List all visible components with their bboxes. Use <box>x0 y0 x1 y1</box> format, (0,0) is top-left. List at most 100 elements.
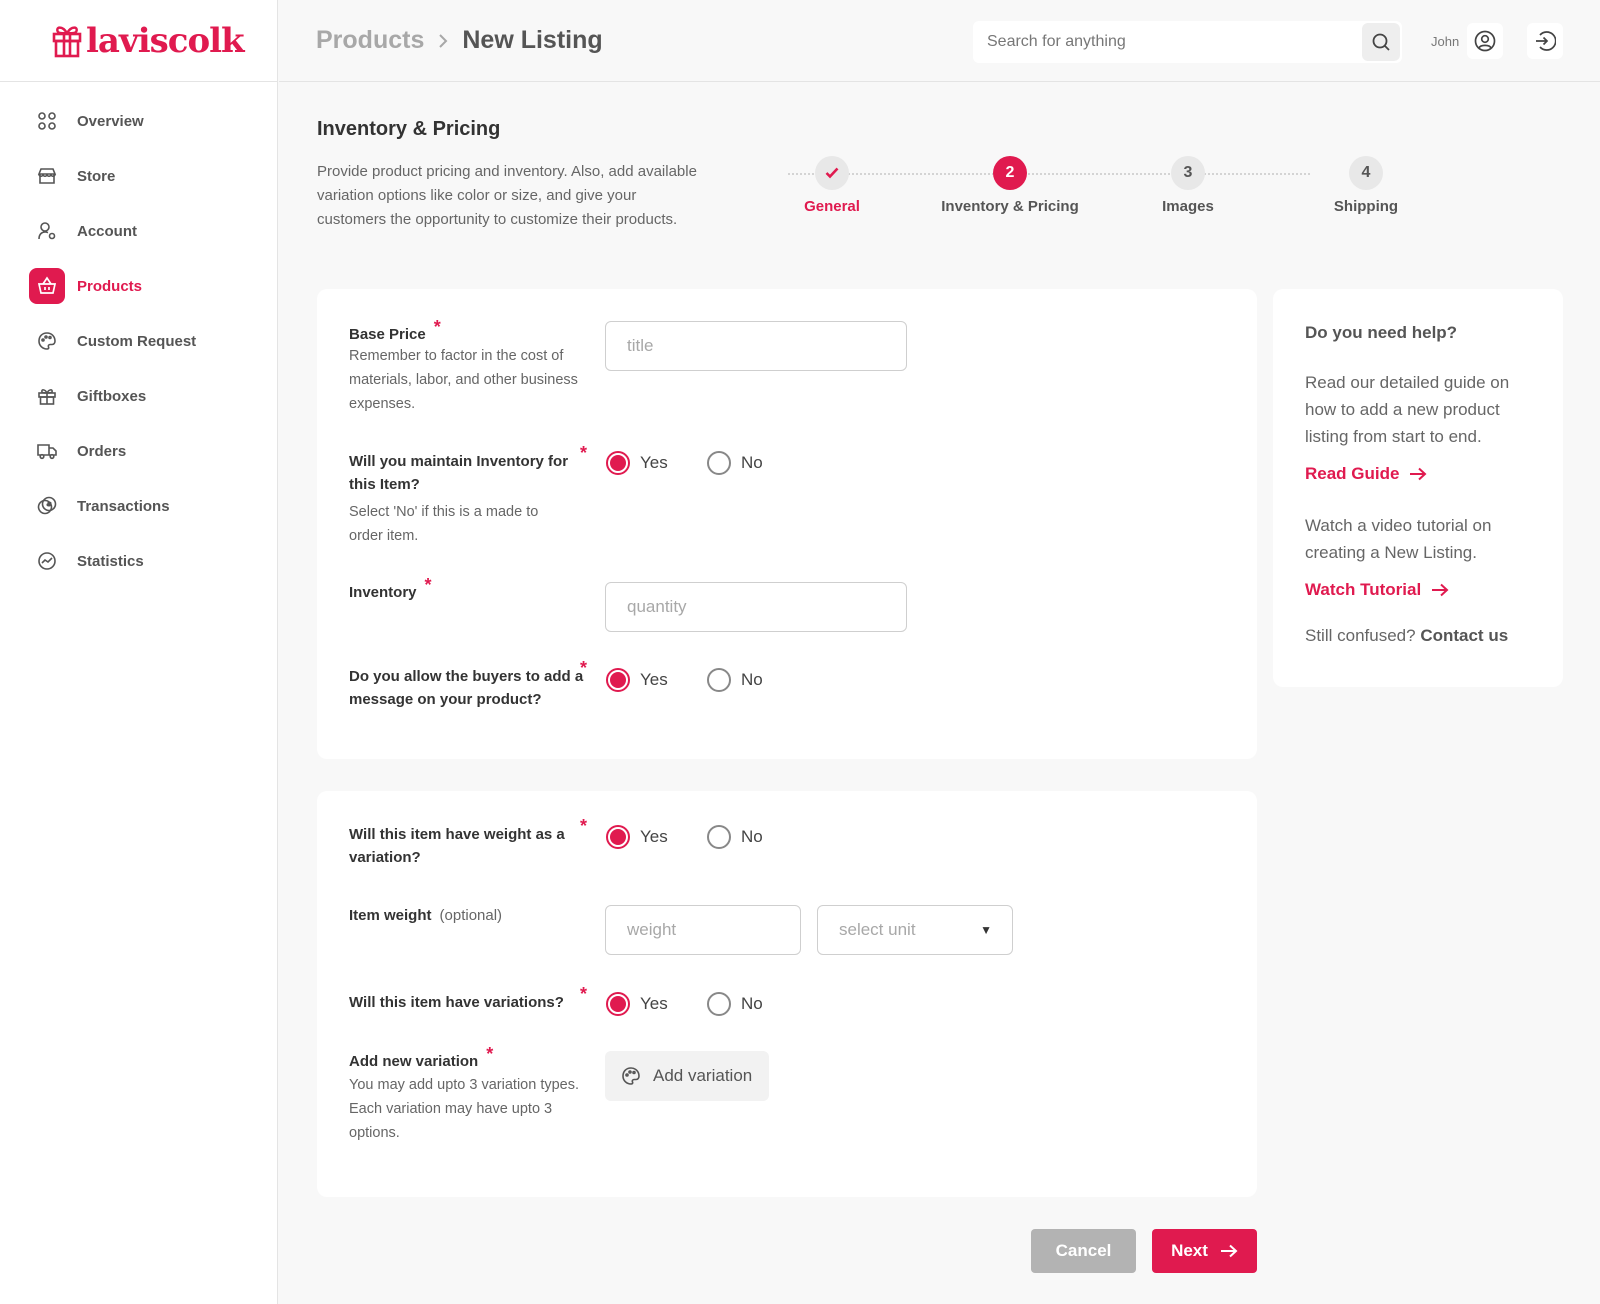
weight-variation-yes-radio[interactable]: Yes <box>606 825 668 849</box>
user-menu[interactable]: John <box>1431 23 1504 59</box>
contact-us-link[interactable]: Contact us <box>1420 626 1508 645</box>
sidebar-item-label: Transactions <box>77 497 170 515</box>
sidebar-item-label: Statistics <box>77 552 144 570</box>
gift-icon <box>29 378 65 414</box>
user-gear-icon <box>29 213 65 249</box>
weight-input[interactable] <box>605 905 801 955</box>
radio-label: No <box>741 453 763 472</box>
read-guide-link[interactable]: Read Guide <box>1305 464 1531 484</box>
unit-select-value: select unit <box>839 920 916 939</box>
add-variation-label-text: Add variation <box>653 1066 753 1085</box>
arrow-right-icon <box>1220 1244 1238 1258</box>
guide-text: Read our detailed guide on how to add a … <box>1305 373 1510 446</box>
sidebar-item-transactions[interactable]: Transactions <box>29 488 277 524</box>
breadcrumb-current: New Listing <box>462 26 603 54</box>
required-mark: * <box>486 1044 494 1064</box>
sidebar-nav: Overview Store Account Products Custom R… <box>0 82 277 579</box>
search-button[interactable] <box>1362 23 1400 61</box>
weight-variation-no-radio[interactable]: No <box>707 825 763 849</box>
sidebar-item-label: Giftboxes <box>77 387 147 405</box>
optional-hint: (optional) <box>439 907 503 924</box>
coins-icon <box>29 488 65 524</box>
add-variation-help: You may add upto 3 variation types. Each… <box>349 1077 580 1141</box>
sidebar-item-orders[interactable]: Orders <box>29 433 277 469</box>
sidebar-item-products[interactable]: Products <box>29 268 277 304</box>
search-input[interactable] <box>973 21 1362 63</box>
grid-icon <box>29 103 65 139</box>
watch-tutorial-link[interactable]: Watch Tutorial <box>1305 580 1531 600</box>
buyer-message-yes-radio[interactable]: Yes <box>606 668 668 692</box>
logout-icon <box>1536 31 1556 51</box>
user-name: John <box>1431 33 1460 49</box>
sidebar-item-giftboxes[interactable]: Giftboxes <box>29 378 277 414</box>
progress-stepper: General 2 Inventory & Pricing 3 Images 4… <box>742 156 1398 216</box>
buyer-message-no-radio[interactable]: No <box>707 668 763 692</box>
avatar[interactable] <box>1467 23 1504 59</box>
video-text: Watch a video tutorial on creating a New… <box>1305 516 1492 562</box>
check-icon <box>815 156 849 190</box>
logo[interactable]: laviscolk <box>0 0 277 82</box>
step-label: Images <box>1162 198 1214 215</box>
contact-line: Still confused? Contact us <box>1305 626 1509 645</box>
sidebar-item-overview[interactable]: Overview <box>29 103 277 139</box>
chart-icon <box>29 543 65 579</box>
maintain-inventory-yes-radio[interactable]: Yes <box>606 451 668 475</box>
palette-icon <box>29 323 65 359</box>
sidebar-item-label: Account <box>77 222 137 240</box>
base-price-label: Base Price * <box>349 317 441 343</box>
base-price-input[interactable] <box>605 321 907 371</box>
radio-label: Yes <box>640 994 668 1013</box>
cancel-button[interactable]: Cancel <box>1031 1229 1136 1273</box>
required-mark: * <box>433 317 441 337</box>
help-title: Do you need help? <box>1305 323 1458 342</box>
help-panel: Do you need help? Read our detailed guid… <box>1273 289 1563 687</box>
step-number: 3 <box>1171 156 1205 190</box>
next-button[interactable]: Next <box>1152 1229 1257 1273</box>
variations-no-radio[interactable]: No <box>707 992 763 1016</box>
step-inventory-pricing[interactable]: 2 Inventory & Pricing <box>920 156 1100 215</box>
sidebar-item-custom-request[interactable]: Custom Request <box>29 323 277 359</box>
sidebar-item-label: Custom Request <box>77 332 197 350</box>
page-description: Provide product pricing and inventory. A… <box>317 163 697 228</box>
required-mark: * <box>580 443 588 463</box>
required-mark: * <box>580 658 588 678</box>
top-header: Products New Listing John <box>279 0 1600 82</box>
buyer-message-label: Do you allow the buyers to add a message… <box>349 668 584 708</box>
arrow-right-icon <box>1432 583 1449 597</box>
sidebar-item-label: Orders <box>77 442 127 460</box>
add-variation-button[interactable]: Add variation <box>605 1051 770 1101</box>
radio-label: Yes <box>640 453 668 472</box>
required-mark: * <box>424 575 432 595</box>
step-general[interactable]: General <box>742 156 922 215</box>
sidebar-item-label: Overview <box>77 112 144 130</box>
inventory-input[interactable] <box>605 582 907 632</box>
sidebar-item-account[interactable]: Account <box>29 213 277 249</box>
weight-variation-label: Will this item have weight as a variatio… <box>349 826 565 866</box>
variations-card: Will this item have weight as a variatio… <box>317 791 1257 1197</box>
sidebar-item-store[interactable]: Store <box>29 158 277 194</box>
pricing-inventory-card: Base Price * Remember to factor in the co… <box>317 289 1257 759</box>
required-mark: * <box>580 984 588 1004</box>
step-label: Inventory & Pricing <box>941 198 1079 215</box>
search-bar <box>973 21 1402 63</box>
inventory-label: Inventory * <box>349 575 432 601</box>
step-number: 4 <box>1349 156 1383 190</box>
store-icon <box>29 158 65 194</box>
step-label: Shipping <box>1333 198 1399 215</box>
logout-button[interactable] <box>1527 23 1563 59</box>
required-mark: * <box>580 816 588 836</box>
chevron-right-icon <box>436 32 450 50</box>
sidebar-item-statistics[interactable]: Statistics <box>29 543 277 579</box>
radio-label: No <box>741 827 763 846</box>
unit-select[interactable]: select unit ▼ <box>817 905 1013 955</box>
step-shipping[interactable]: 4 Shipping <box>1276 156 1456 215</box>
variations-yes-radio[interactable]: Yes <box>606 992 668 1016</box>
maintain-inventory-help: Select 'No' if this is a made to order i… <box>349 504 539 544</box>
breadcrumb-products[interactable]: Products <box>316 26 424 55</box>
truck-icon <box>29 433 65 469</box>
breadcrumb: Products New Listing <box>316 26 603 55</box>
base-price-help: Remember to factor in the cost of materi… <box>349 348 578 412</box>
step-images[interactable]: 3 Images <box>1098 156 1278 215</box>
maintain-inventory-no-radio[interactable]: No <box>707 451 763 475</box>
step-label: General <box>804 198 860 215</box>
